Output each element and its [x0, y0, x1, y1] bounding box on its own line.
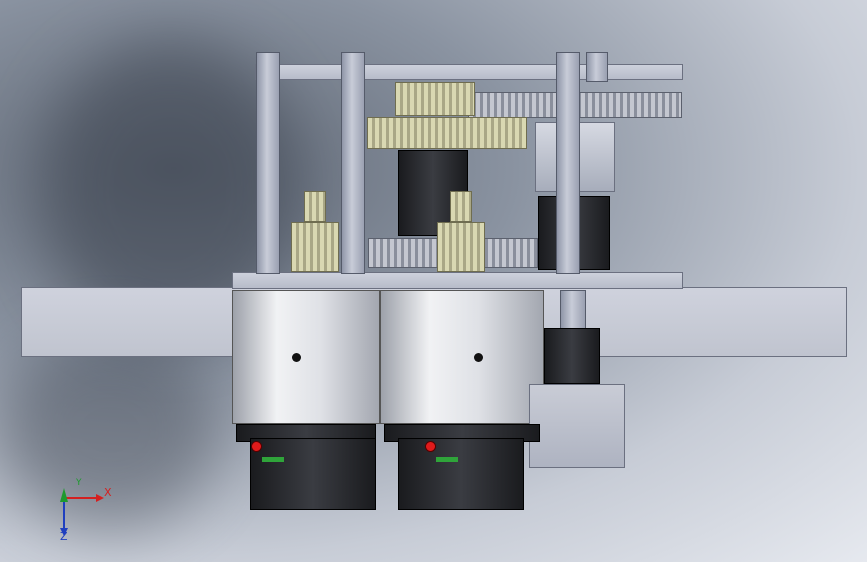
right-motor-drive[interactable] [398, 438, 524, 510]
support-rod-4[interactable] [586, 52, 608, 82]
right-status-led-icon [425, 441, 436, 452]
motor-mount-bracket[interactable] [529, 384, 625, 468]
left-status-bar-icon [262, 457, 284, 462]
left-motor-drive[interactable] [250, 438, 376, 510]
z-axis-label: Z [60, 530, 68, 543]
left-status-led-icon [251, 441, 262, 452]
cad-viewport[interactable]: X Z Y [0, 0, 867, 562]
top-frame-plate[interactable] [255, 64, 683, 80]
support-rod-1[interactable] [256, 52, 280, 274]
motor-screw [292, 353, 301, 362]
left-pinion[interactable] [291, 222, 339, 272]
right-pinion[interactable] [437, 222, 485, 272]
y-axis-label: Y [76, 478, 82, 488]
y-axis-arrow-icon [60, 488, 68, 502]
support-rod-2[interactable] [341, 52, 365, 274]
right-motor-body[interactable] [380, 290, 544, 424]
left-motor-body[interactable] [232, 290, 380, 424]
right-status-bar-icon [436, 457, 458, 462]
bracket-clamp[interactable] [544, 328, 600, 384]
upper-spur-gear[interactable] [395, 82, 475, 116]
wide-spur-gear[interactable] [367, 117, 527, 149]
left-pinion-shaft[interactable] [304, 191, 326, 222]
motor-screw [474, 353, 483, 362]
x-axis-label: X [104, 486, 112, 499]
support-rod-3[interactable] [556, 52, 580, 274]
x-axis-arrow-icon [96, 494, 104, 502]
right-pinion-shaft[interactable] [450, 191, 472, 222]
bottom-frame-plate[interactable] [232, 272, 683, 289]
